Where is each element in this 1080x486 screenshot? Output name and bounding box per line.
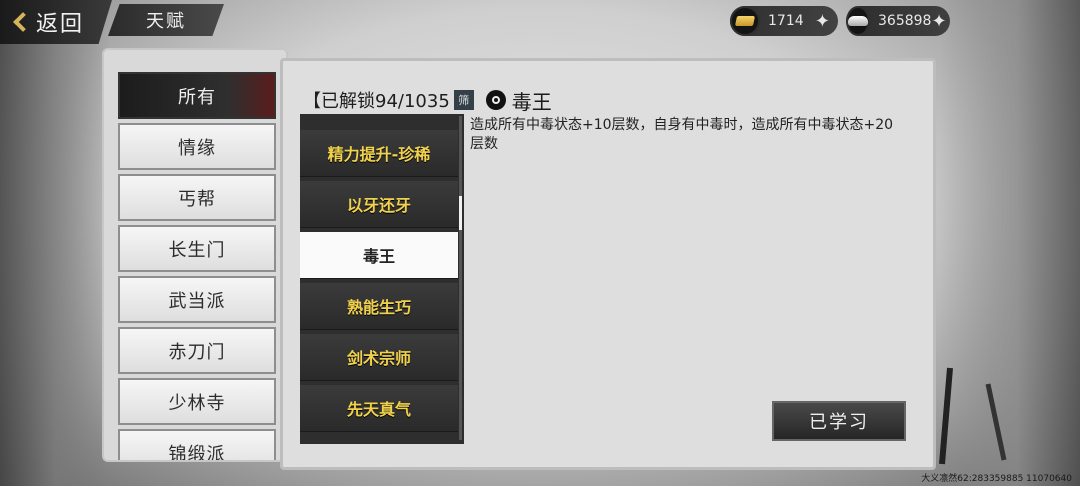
selected-talent-name: 毒王 (511, 89, 552, 114)
category-item-shaolin[interactable]: 少林寺 (118, 378, 276, 425)
unlock-count: 【已解锁94/1035 (303, 91, 450, 112)
silver-amount: 365898 (878, 13, 932, 29)
category-panel: 所有 情缘 丐帮 长生门 武当派 赤刀门 少林寺 锦缎派 (102, 48, 288, 462)
add-silver-button[interactable]: ✦ (931, 11, 946, 32)
talent-type-icon (485, 90, 506, 110)
silver-ingot-icon (846, 6, 870, 36)
category-item-wudang[interactable]: 武当派 (118, 276, 276, 323)
sword-decoration-icon (939, 367, 1007, 465)
category-item-beggar-sect[interactable]: 丐帮 (118, 174, 276, 221)
skill-item[interactable]: 精力提升-珍稀 (300, 130, 458, 177)
back-button[interactable]: 返回 (0, 0, 112, 44)
skill-list-scrollbar[interactable] (459, 116, 462, 440)
skill-item[interactable]: 熟能生巧 (300, 283, 458, 330)
skill-item-selected[interactable]: 毒王 (300, 232, 458, 279)
skill-list-scroll-thumb[interactable] (459, 196, 462, 230)
learned-button[interactable]: 已学习 (772, 401, 906, 441)
page-title-tab: 天赋 (108, 4, 224, 36)
category-item-partial[interactable]: 锦缎派 (118, 429, 276, 460)
gold-ingot-icon (730, 6, 760, 36)
skill-item[interactable]: 先天真气 (300, 385, 458, 432)
category-item-changsheng[interactable]: 长生门 (118, 225, 276, 272)
page-title: 天赋 (146, 11, 186, 32)
skill-list[interactable]: 精力提升-珍稀 以牙还牙 毒王 熟能生巧 剑术宗师 先天真气 (300, 114, 464, 444)
category-item-all[interactable]: 所有 (118, 72, 276, 119)
gold-currency: 1714 ✦ (730, 6, 838, 36)
background-left-shade (0, 0, 110, 486)
back-label: 返回 (36, 12, 85, 37)
chevron-left-icon (13, 12, 33, 32)
talent-header: 【已解锁94/1035 筛 毒王 (303, 87, 552, 114)
talent-description: 造成所有中毒状态+10层数，自身有中毒时，造成所有中毒状态+20层数 (470, 117, 894, 152)
category-item-romance[interactable]: 情缘 (118, 123, 276, 170)
gold-amount: 1714 (768, 13, 804, 29)
skill-item[interactable]: 以牙还牙 (300, 181, 458, 228)
watermark: 大义凛然62:283359885 11070640 (921, 474, 1072, 484)
skill-item[interactable]: 剑术宗师 (300, 334, 458, 381)
silver-currency: 365898 ✦ (846, 6, 950, 36)
category-list[interactable]: 所有 情缘 丐帮 长生门 武当派 赤刀门 少林寺 锦缎派 (118, 72, 276, 460)
add-gold-button[interactable]: ✦ (815, 11, 830, 32)
category-item-chidao[interactable]: 赤刀门 (118, 327, 276, 374)
filter-button[interactable]: 筛 (453, 90, 474, 110)
